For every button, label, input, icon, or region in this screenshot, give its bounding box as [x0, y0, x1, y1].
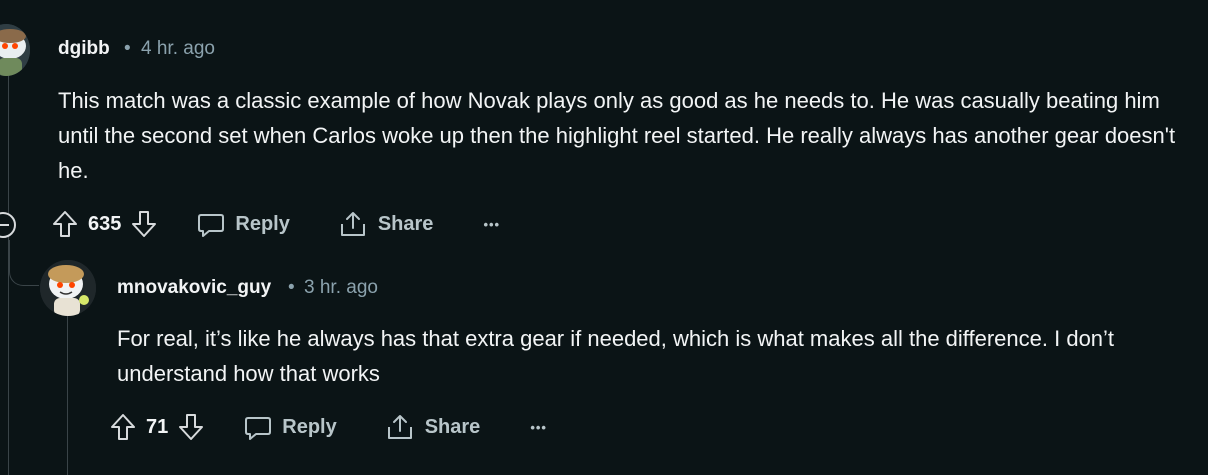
collapse-icon: [0, 212, 16, 238]
share-button[interactable]: Share: [385, 413, 481, 441]
reply-label: Reply: [282, 415, 337, 438]
more-options-button[interactable]: •••: [530, 420, 547, 435]
share-icon: [387, 415, 412, 439]
upvote-button[interactable]: [52, 210, 78, 238]
upvote-button[interactable]: [110, 413, 136, 441]
downvote-icon: [179, 414, 204, 440]
comment-author[interactable]: dgibb: [58, 38, 110, 60]
comment-author[interactable]: mnovakovic_guy: [117, 277, 271, 299]
reply-label: Reply: [235, 212, 290, 235]
comment-bubble-icon: [245, 417, 272, 440]
vote-count: 71: [146, 415, 169, 438]
meta-separator: •: [124, 38, 131, 59]
reply-branch-line: [9, 240, 39, 286]
comment-actions: 71 Reply Share •••: [110, 409, 547, 445]
reply-button[interactable]: Reply: [197, 210, 290, 238]
downvote-icon: [132, 211, 157, 237]
comment-body: This match was a classic example of how …: [58, 88, 1176, 183]
vote-count: 635: [88, 212, 122, 235]
comment-thread: dgibb • 4 hr. ago This match was a class…: [0, 0, 1208, 475]
upvote-icon: [111, 414, 135, 440]
comment-timestamp[interactable]: 3 hr. ago: [304, 277, 378, 299]
snoo-avatar-icon: [0, 24, 30, 76]
upvote-icon: [53, 211, 77, 237]
snoo-avatar-icon: [40, 260, 96, 316]
share-label: Share: [424, 415, 481, 438]
reply-thread-line[interactable]: [67, 314, 68, 475]
more-options-button[interactable]: •••: [483, 217, 500, 232]
collapse-button[interactable]: [0, 210, 20, 240]
share-label: Share: [377, 212, 434, 235]
comment-bubble-icon: [198, 214, 225, 237]
downvote-button[interactable]: [131, 210, 157, 238]
share-icon: [340, 212, 365, 236]
comment-actions: 635 Reply Share •••: [52, 206, 500, 242]
downvote-button[interactable]: [178, 413, 204, 441]
meta-separator: •: [288, 277, 295, 298]
comment-timestamp[interactable]: 4 hr. ago: [141, 38, 215, 60]
avatar[interactable]: [40, 260, 96, 316]
comment-body: For real, it’s like he always has that e…: [117, 326, 1115, 386]
reply-button[interactable]: Reply: [244, 413, 337, 441]
share-button[interactable]: Share: [338, 210, 434, 238]
avatar[interactable]: [0, 24, 30, 76]
